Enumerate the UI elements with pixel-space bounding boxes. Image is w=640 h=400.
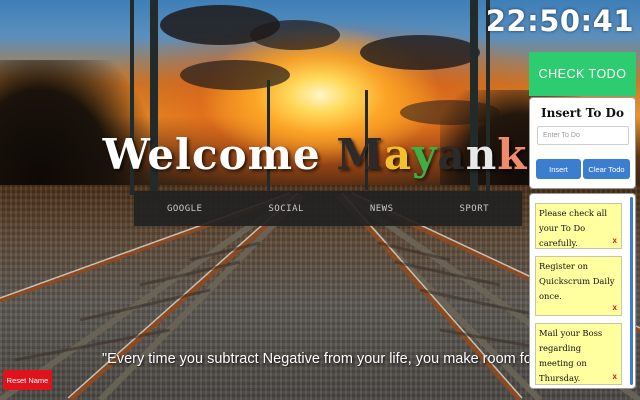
- name-letter: n: [465, 130, 498, 179]
- nav-link-news[interactable]: NEWS: [370, 204, 394, 214]
- nav-link-sport[interactable]: SPORT: [459, 204, 489, 214]
- user-name: Mayank: [336, 130, 527, 179]
- nav-bar: GOOGLE SOCIAL NEWS SPORT: [134, 191, 522, 226]
- todo-note-text: Mail your Boss regarding meeting on Thur…: [539, 328, 603, 383]
- todo-note: Please check all your To Do carefully. x: [535, 203, 622, 249]
- nav-link-social[interactable]: SOCIAL: [268, 204, 304, 214]
- delete-note-icon[interactable]: x: [613, 300, 617, 315]
- name-letter: a: [383, 130, 413, 179]
- todo-note: Mail your Boss regarding meeting on Thur…: [535, 323, 622, 385]
- name-letter: M: [336, 130, 384, 179]
- welcome-greeting: Welcome: [102, 130, 321, 179]
- name-letter: k: [497, 130, 528, 179]
- todo-list: Please check all your To Do carefully. x…: [529, 193, 636, 389]
- check-todo-button[interactable]: CHECK TODO: [529, 52, 636, 96]
- todo-input[interactable]: [537, 126, 629, 145]
- insert-todo-form: Insert To Do Insert Clear Todo: [529, 97, 636, 189]
- insert-button[interactable]: Insert: [536, 159, 581, 179]
- todo-note: Register on Quickscrum Daily once. x: [535, 256, 622, 316]
- clear-todo-button[interactable]: Clear Todo: [583, 159, 630, 179]
- motivational-quote: "Every time you subtract Negative from y…: [102, 351, 532, 367]
- delete-note-icon[interactable]: x: [613, 233, 617, 248]
- reset-name-button[interactable]: Reset Name: [3, 370, 52, 390]
- insert-todo-title: Insert To Do: [541, 106, 624, 120]
- name-letter: y: [412, 130, 438, 179]
- nav-link-google[interactable]: GOOGLE: [167, 204, 203, 214]
- digital-clock: 22:50:41: [485, 4, 634, 38]
- delete-note-icon[interactable]: x: [613, 369, 617, 384]
- name-letter: a: [437, 130, 466, 179]
- todo-note-text: Please check all your To Do carefully.: [539, 208, 607, 248]
- todo-list-scrollbar[interactable]: [630, 197, 633, 385]
- todo-note-text: Register on Quickscrum Daily once.: [539, 261, 615, 301]
